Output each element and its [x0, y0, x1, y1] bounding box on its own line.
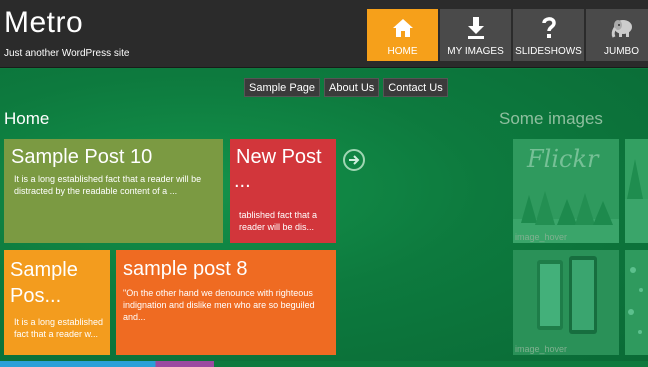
page-menu-about-us[interactable]: About Us	[324, 78, 380, 97]
bottom-tiles-strip	[0, 361, 648, 367]
post-tile[interactable]: Sample Post 10 It is a long established …	[4, 139, 223, 243]
nav-tile-jumbo[interactable]: JUMBO	[586, 9, 648, 61]
gallery-caption: image_hover	[515, 344, 568, 354]
post-tile[interactable]: Sample Pos... It is a long established f…	[4, 250, 110, 355]
nav-tile-my-images[interactable]: MY IMAGES	[440, 9, 511, 61]
droplets-illustration	[628, 267, 643, 334]
gallery-caption: image_hover	[515, 232, 568, 242]
download-icon	[440, 15, 511, 41]
post-title-ellipsis: Pos...	[10, 285, 62, 307]
post-title-ellipsis: ...	[234, 170, 251, 192]
nav-label: MY IMAGES	[447, 46, 504, 57]
question-icon	[513, 15, 584, 41]
post-excerpt: "On the other hand we denounce with righ…	[123, 288, 315, 322]
next-arrow-icon[interactable]	[343, 149, 365, 171]
section-title-home: Home	[4, 109, 50, 128]
nav-tile-slideshows[interactable]: SLIDESHOWS	[513, 9, 584, 61]
elephant-icon	[586, 15, 648, 41]
gallery-image-partial[interactable]	[625, 250, 648, 355]
page-menu-sample-page[interactable]: Sample Page	[244, 78, 321, 97]
post-title: New Post	[236, 146, 322, 168]
site-description: Just another WordPress site	[4, 48, 130, 59]
gallery-image-partial[interactable]	[625, 139, 648, 243]
nav-label: HOME	[387, 46, 418, 57]
nav-tile-home[interactable]: HOME	[367, 9, 438, 61]
post-title: sample post 8	[123, 258, 248, 280]
nav-label: JUMBO	[604, 46, 639, 57]
post-title: Sample	[10, 259, 78, 281]
home-icon	[367, 15, 438, 41]
post-excerpt: It is a long established fact that a rea…	[14, 174, 202, 196]
post-tile[interactable]: sample post 8 "On the other hand we deno…	[116, 250, 336, 355]
gallery-image-flickr[interactable]: Flickr image_hover	[513, 139, 619, 243]
phone-illustration	[537, 256, 597, 334]
nav-label: SLIDESHOWS	[515, 46, 582, 57]
post-tile[interactable]: New Post ... tablished fact that a reade…	[230, 139, 336, 243]
forest-illustration	[625, 159, 648, 243]
post-title: Sample Post 10	[11, 146, 153, 168]
gallery-image-phone[interactable]: image_hover	[513, 250, 619, 355]
site-title[interactable]: Metro	[4, 6, 83, 40]
page-menu-contact-us[interactable]: Contact Us	[383, 78, 448, 97]
site-header: Metro Just another WordPress site HOME M…	[0, 0, 648, 68]
post-excerpt: tablished fact that a reader will be dis…	[239, 210, 318, 232]
post-excerpt: It is a long established fact that a rea…	[14, 317, 104, 339]
section-title-images: Some images	[499, 109, 603, 128]
flickr-logo-text: Flickr	[527, 145, 599, 173]
page-menu: Sample Page About Us Contact Us	[244, 78, 448, 97]
